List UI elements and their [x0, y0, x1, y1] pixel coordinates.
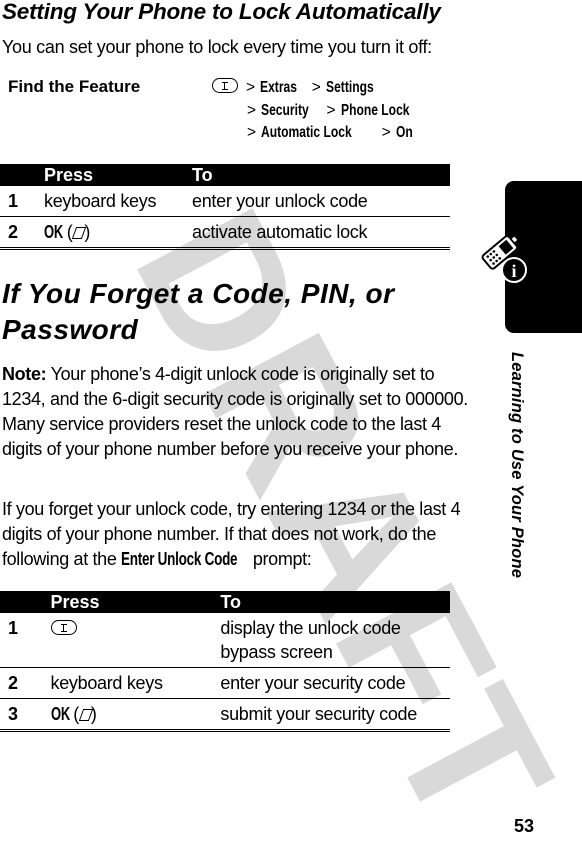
bypass-steps-table: Press To 1 display the unlock code bypas…: [0, 591, 450, 732]
path-item-extras: Extras: [260, 79, 298, 96]
page-number: 53: [514, 816, 535, 836]
header-to: To: [220, 591, 450, 613]
section-title-forget-code: If You Forget a Code, PIN, or Password: [2, 278, 395, 345]
right-soft-key-icon: [79, 708, 91, 721]
note-paragraph: Note: Your phone’s 4-digit unlock code i…: [2, 364, 468, 459]
intro-text: You can set your phone to lock every tim…: [2, 37, 432, 57]
header-to: To: [192, 164, 450, 186]
table-row: 2 keyboard keys enter your security code: [0, 667, 450, 699]
header-press: Press: [44, 164, 192, 186]
path-line-2: > Security > Phone Lock: [212, 100, 428, 123]
path-item-automatic-lock: Automatic Lock: [261, 124, 352, 141]
ok-label: OK: [44, 222, 64, 242]
table-row: 1 keyboard keys enter your unlock code: [0, 186, 450, 217]
table-row: 1 display the unlock code bypass screen: [0, 613, 450, 668]
menu-key-icon: [50, 620, 77, 635]
path-line-3: > Automatic Lock > On: [212, 122, 428, 145]
table-header: Press To: [0, 591, 450, 613]
table-row: 2 OK () activate automatic lock: [0, 216, 450, 250]
find-feature-path: > Extras > Settings > Security > Phone Lock …: [212, 77, 428, 145]
right-soft-key-icon: [72, 226, 84, 239]
note-label: Note:: [2, 364, 47, 384]
ok-label: OK: [50, 704, 70, 724]
path-item-on: On: [395, 124, 413, 141]
table-header: Press To: [0, 164, 450, 186]
section-title-auto-lock: Setting Your Phone to Lock Automatically: [2, 0, 441, 24]
find-feature-label: Find the Feature: [8, 77, 141, 96]
auto-lock-steps-table: Press To 1 keyboard keys enter your unlo…: [0, 164, 450, 250]
menu-key-icon: [212, 78, 238, 93]
path-item-settings: Settings: [325, 79, 374, 96]
path-item-phone-lock: Phone Lock: [340, 101, 410, 119]
phone-info-icon: i: [481, 234, 527, 283]
manual-page: Setting Your Phone to Lock Automatically…: [0, 0, 582, 838]
instructions-paragraph: If you forget your unlock code, try ente…: [2, 497, 480, 572]
svg-text:i: i: [511, 261, 516, 281]
enter-unlock-code-prompt: Enter Unlock Code: [121, 549, 238, 569]
path-line-1: > Extras > Settings: [212, 77, 428, 100]
chapter-label: Learning to Use Your Phone: [508, 352, 526, 579]
table-row: 3 OK () submit your security code: [0, 698, 450, 732]
header-press: Press: [50, 591, 221, 613]
path-item-security: Security: [261, 101, 309, 119]
